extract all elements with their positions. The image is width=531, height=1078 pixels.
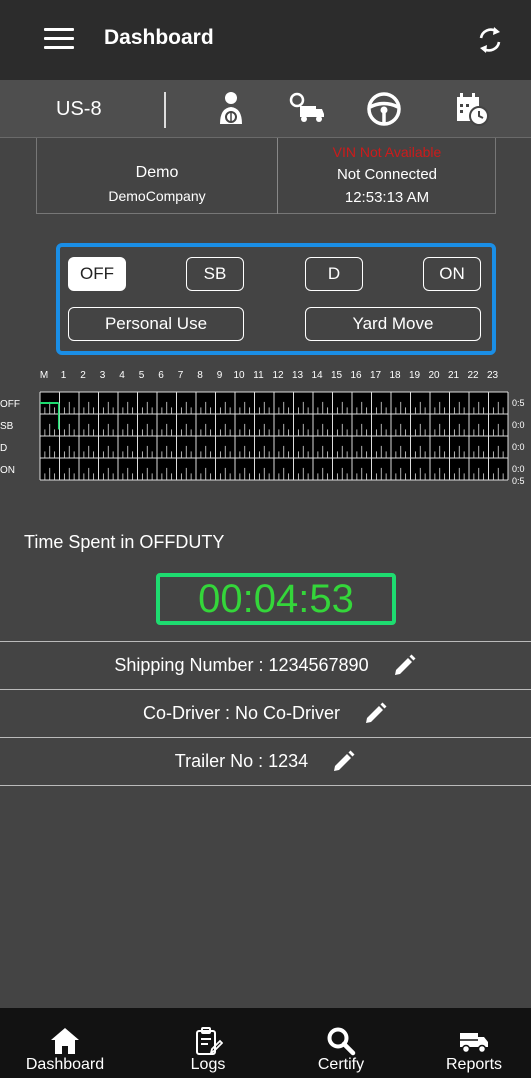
nav-certify[interactable]: Certify: [286, 1008, 396, 1078]
nav-reports[interactable]: Reports: [419, 1008, 529, 1078]
co-driver-row[interactable]: Co-Driver : No Co-Driver: [0, 689, 531, 737]
nav-logs-label: Logs: [190, 1056, 226, 1073]
hour-label: 2: [80, 370, 86, 381]
hour-label: 23: [487, 370, 499, 381]
hour-label: 10: [233, 370, 245, 381]
personal-use-button[interactable]: Personal Use: [68, 307, 244, 341]
shipping-number-row[interactable]: Shipping Number : 1234567890: [0, 641, 531, 689]
hour-label: 6: [158, 370, 164, 381]
nav-reports-label: Reports: [445, 1056, 503, 1073]
hour-label: 13: [292, 370, 304, 381]
driving-button[interactable]: D: [305, 257, 363, 291]
row-label: ON: [0, 465, 15, 476]
hour-label: 4: [119, 370, 125, 381]
row-total: 0:5: [512, 476, 525, 484]
yard-move-button[interactable]: Yard Move: [305, 307, 481, 341]
hour-label: 20: [428, 370, 440, 381]
duty-timer: 00:04:53: [156, 573, 396, 625]
hour-label: 12: [272, 370, 284, 381]
driver-name: Demo: [135, 164, 179, 181]
edit-pencil-icon[interactable]: [391, 653, 417, 679]
row-label: SB: [0, 421, 14, 432]
app-bar: Dashboard: [0, 0, 531, 80]
hour-label: 14: [311, 370, 323, 381]
trailer-number-row[interactable]: Trailer No : 1234: [0, 737, 531, 785]
search-icon: [327, 1027, 356, 1056]
truck-icon: [460, 1033, 488, 1054]
hour-label: 18: [389, 370, 401, 381]
calendar-clock-icon[interactable]: [452, 90, 490, 128]
clipboard-edit-icon: [196, 1027, 223, 1056]
sync-icon[interactable]: [474, 24, 506, 56]
hour-label: 21: [448, 370, 460, 381]
hour-label: 22: [467, 370, 479, 381]
row-total: 0:0: [512, 442, 525, 452]
edit-pencil-icon[interactable]: [362, 701, 388, 727]
home-icon: [51, 1028, 79, 1054]
duty-status-selector: OFF SB D ON Personal Use Yard Move: [56, 243, 496, 355]
divider: [0, 785, 531, 786]
truck-location-icon[interactable]: [288, 90, 326, 128]
driver-info-panel: Demo DemoCompany VIN Not Available Not C…: [36, 138, 496, 214]
shipping-number-text: Shipping Number : 1234567890: [114, 655, 369, 675]
hour-label: 17: [370, 370, 382, 381]
hour-label: 9: [217, 370, 223, 381]
menu-icon[interactable]: [44, 28, 74, 52]
nav-dashboard[interactable]: Dashboard: [10, 1008, 120, 1078]
status-bar: US-8: [0, 80, 531, 138]
bottom-navigation: Dashboard Logs Certify Reports: [0, 1008, 531, 1078]
current-time: 12:53:13 AM: [344, 189, 430, 206]
row-label: OFF: [0, 399, 20, 410]
page-title: Dashboard: [104, 26, 214, 49]
hour-label: 15: [331, 370, 343, 381]
co-driver-text: Co-Driver : No Co-Driver: [142, 703, 340, 723]
vin-status: VIN Not Available: [332, 144, 442, 160]
driver-icon[interactable]: [212, 90, 250, 128]
steering-wheel-icon[interactable]: [365, 90, 403, 128]
hour-label: 19: [409, 370, 421, 381]
duty-log-graph: M 1 2 3 4 5 6 7 8 9 10 11 12 13 14 15 16 17 18 19 20 21 22 23OF…: [0, 370, 525, 484]
row-total: 0:5: [512, 398, 525, 408]
edit-pencil-icon[interactable]: [330, 749, 356, 775]
row-total: 0:0: [512, 464, 525, 474]
hour-label: 16: [350, 370, 362, 381]
trailer-number-text: Trailer No : 1234: [174, 751, 309, 771]
row-total: 0:0: [512, 420, 525, 430]
nav-certify-label: Certify: [317, 1056, 365, 1073]
hour-label: 5: [139, 370, 145, 381]
off-duty-button[interactable]: OFF: [68, 257, 126, 291]
hour-label: 7: [178, 370, 184, 381]
company-name: DemoCompany: [108, 188, 206, 204]
connection-status: Not Connected: [336, 166, 438, 183]
nav-dashboard-label: Dashboard: [25, 1056, 105, 1073]
time-spent-label: Time Spent in OFFDUTY: [24, 532, 225, 552]
hour-label: 8: [197, 370, 203, 381]
cycle-rule-label[interactable]: US-8: [56, 98, 102, 121]
sleeper-berth-button[interactable]: SB: [186, 257, 244, 291]
on-duty-button[interactable]: ON: [423, 257, 481, 291]
row-label: D: [0, 443, 7, 454]
nav-logs[interactable]: Logs: [153, 1008, 263, 1078]
divider: [164, 92, 166, 128]
hour-label: M: [40, 370, 48, 381]
hour-label: 3: [100, 370, 106, 381]
hour-label: 1: [61, 370, 67, 381]
hour-label: 11: [253, 370, 264, 381]
